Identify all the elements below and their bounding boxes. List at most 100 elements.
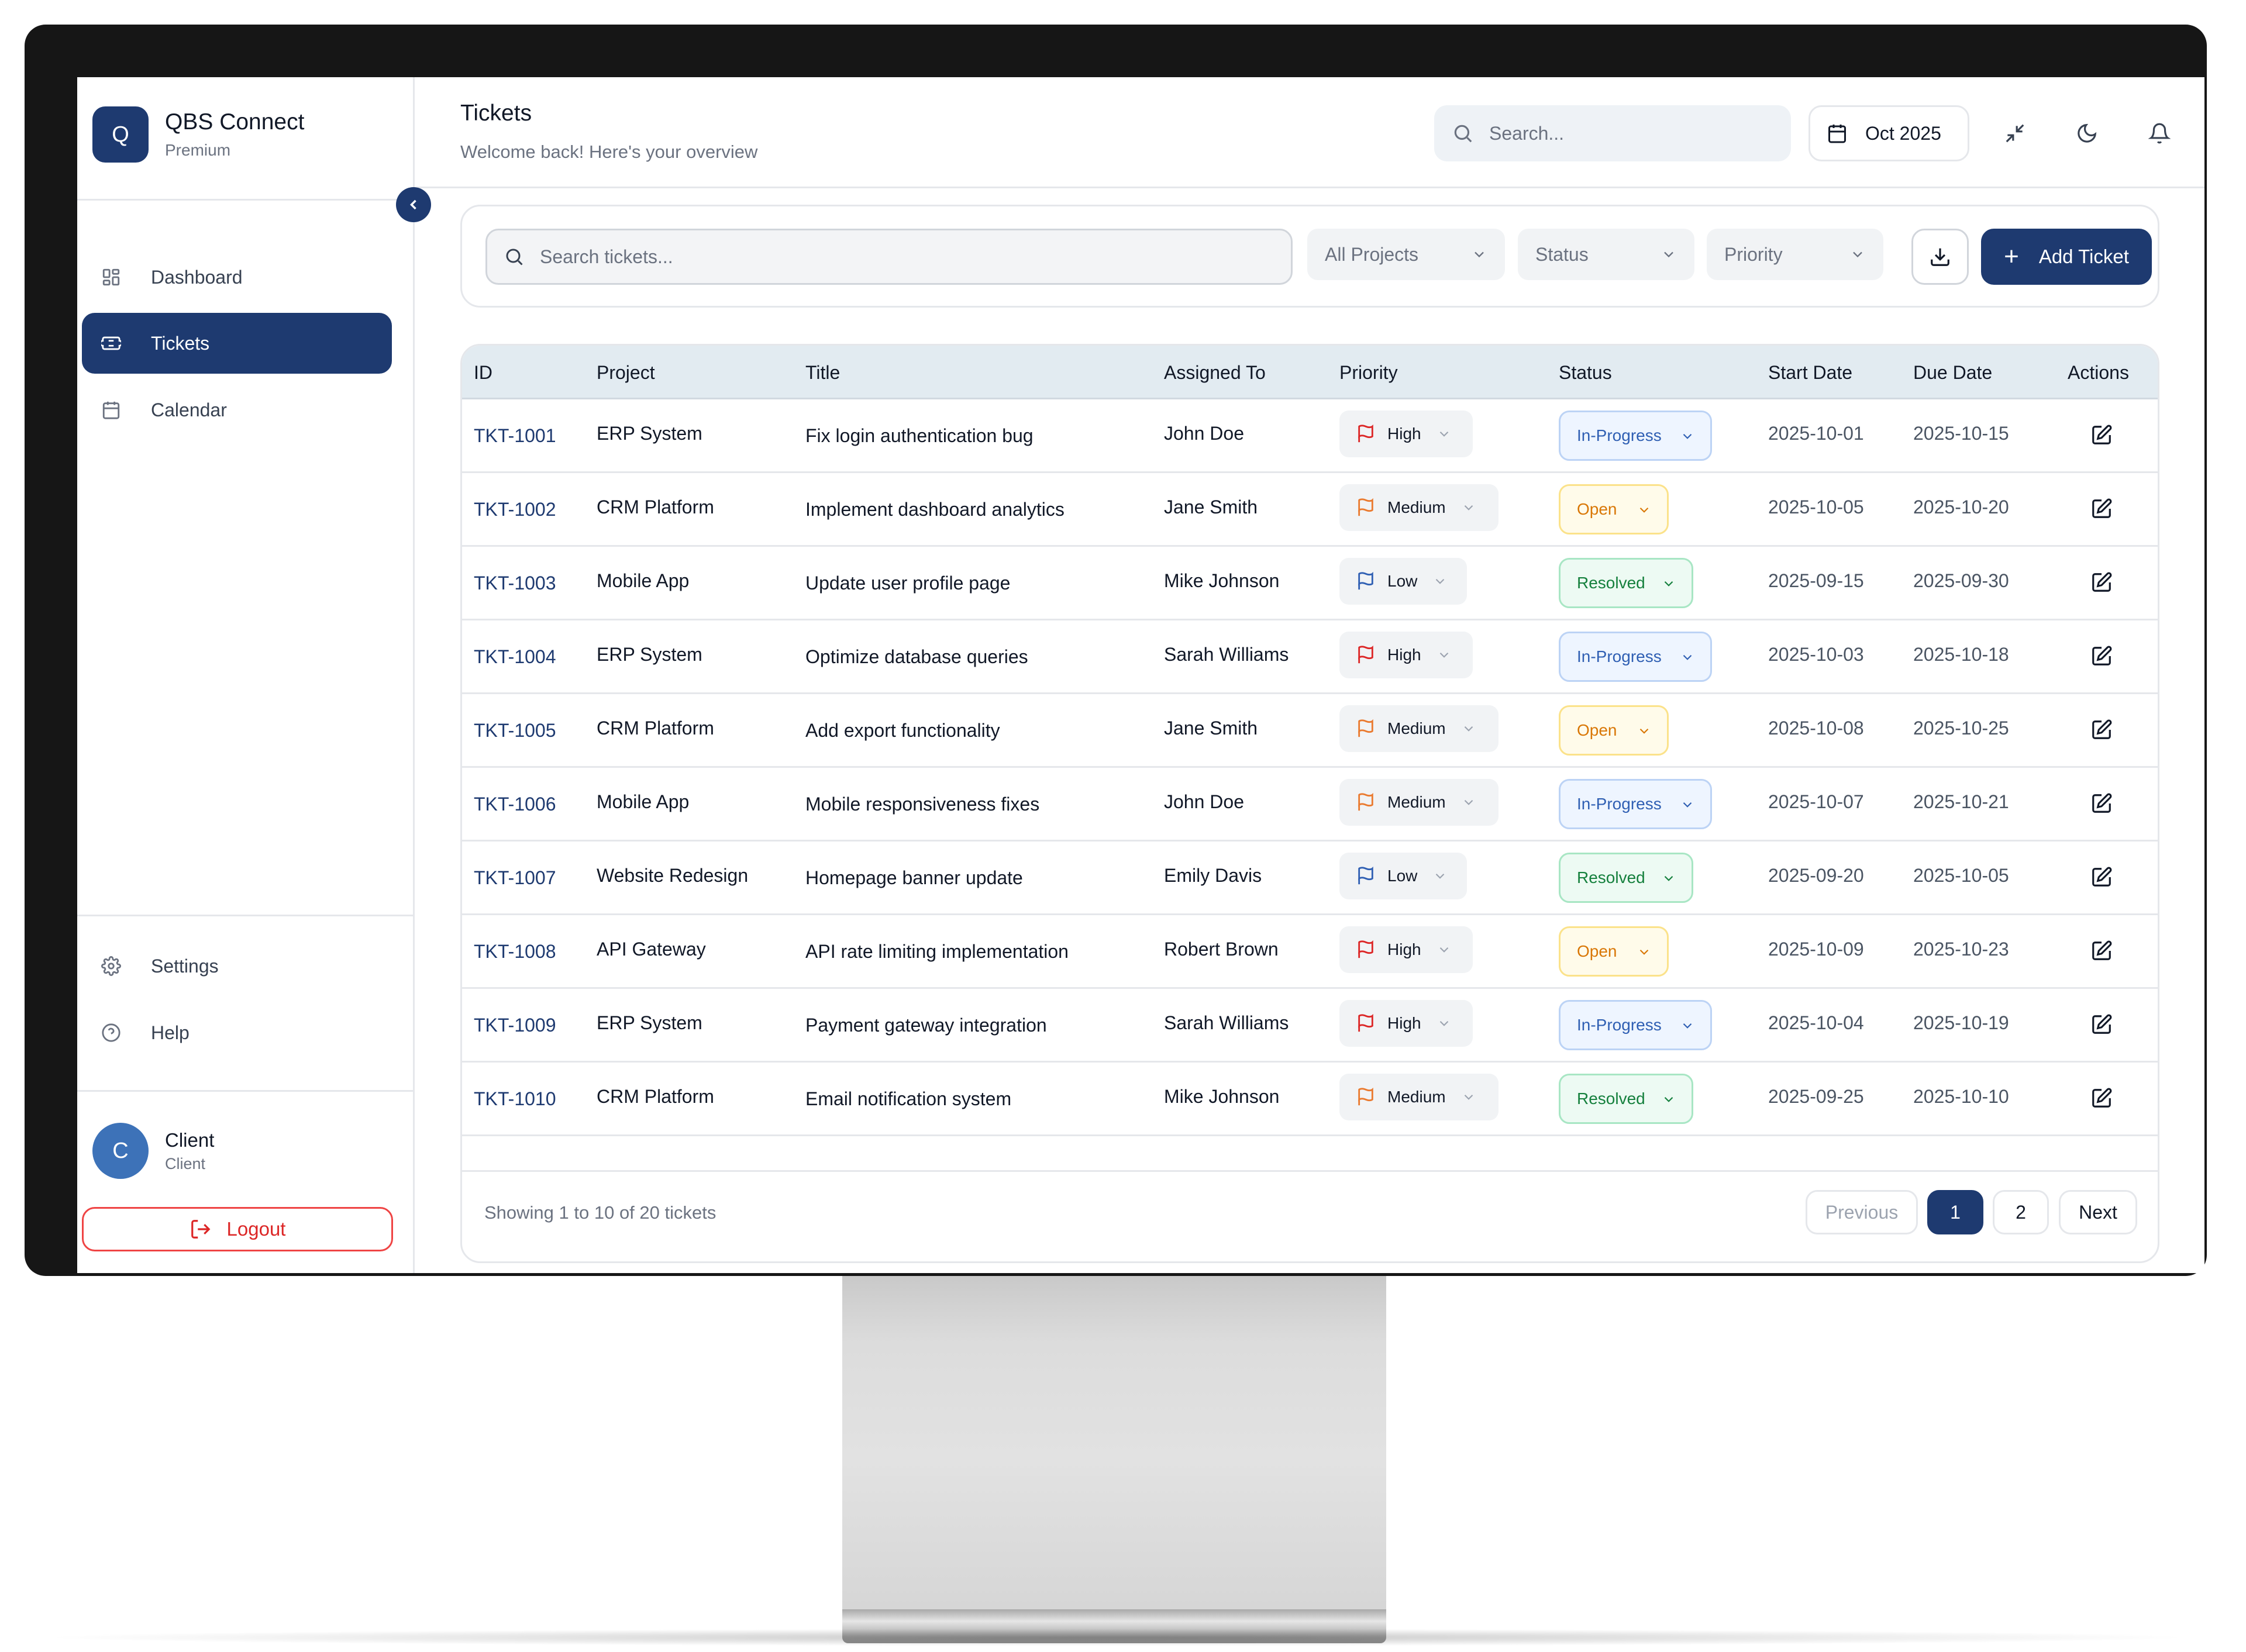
project-cell: Website Redesign — [597, 865, 749, 886]
user-profile[interactable]: C Client Client — [92, 1123, 214, 1179]
edit-icon[interactable] — [2090, 498, 2113, 520]
priority-select[interactable]: High — [1339, 926, 1473, 973]
global-search[interactable] — [1434, 105, 1791, 161]
ticket-id-link[interactable]: TKT-1004 — [474, 646, 556, 668]
edit-icon[interactable] — [2090, 866, 2113, 888]
date-label: Oct 2025 — [1865, 122, 1941, 144]
edit-icon[interactable] — [2090, 424, 2113, 446]
sidebar-item-calendar[interactable]: Calendar — [82, 380, 392, 440]
search-icon — [1452, 122, 1474, 144]
ticket-id-link[interactable]: TKT-1006 — [474, 794, 556, 815]
due-date-cell: 2025-10-19 — [1913, 1012, 2009, 1033]
priority-label: Low — [1387, 572, 1418, 590]
moon-icon — [2076, 122, 2098, 144]
priority-select[interactable]: Medium — [1339, 779, 1499, 826]
next-page-button[interactable]: Next — [2059, 1190, 2137, 1234]
minimize-button[interactable] — [1993, 111, 2037, 156]
priority-select[interactable]: Medium — [1339, 705, 1499, 752]
chevron-down-icon — [1661, 576, 1676, 591]
edit-icon[interactable] — [2090, 940, 2113, 962]
ticket-id-link[interactable]: TKT-1010 — [474, 1088, 556, 1110]
date-picker-button[interactable]: Oct 2025 — [1808, 105, 1969, 161]
search-icon — [504, 246, 525, 267]
status-label: In-Progress — [1577, 647, 1662, 665]
edit-icon[interactable] — [2090, 645, 2113, 667]
global-search-input[interactable] — [1489, 122, 1770, 144]
sidebar-item-label: Settings — [151, 955, 219, 977]
chevron-down-icon — [1437, 942, 1452, 957]
priority-select[interactable]: Low — [1339, 853, 1467, 899]
chevron-left-icon — [405, 196, 422, 213]
edit-icon[interactable] — [2090, 571, 2113, 594]
flag-icon — [1356, 1087, 1376, 1107]
column-header-priority: Priority — [1339, 362, 1398, 383]
ticket-id-link[interactable]: TKT-1005 — [474, 720, 556, 741]
project-cell: ERP System — [597, 644, 702, 665]
edit-icon[interactable] — [2090, 719, 2113, 741]
status-select[interactable]: Resolved — [1559, 1074, 1693, 1124]
status-select[interactable]: Resolved — [1559, 853, 1693, 903]
priority-select[interactable]: Low — [1339, 558, 1467, 605]
status-select[interactable]: Open — [1559, 926, 1669, 977]
status-select[interactable]: In-Progress — [1559, 632, 1712, 682]
theme-toggle-button[interactable] — [2065, 111, 2109, 156]
due-date-cell: 2025-10-05 — [1913, 865, 2009, 886]
table-row: TKT-1008 API Gateway API rate limiting imp… — [462, 915, 2158, 989]
minimize-icon — [2004, 122, 2026, 144]
due-date-cell: 2025-09-30 — [1913, 570, 2009, 591]
start-date-cell: 2025-09-25 — [1768, 1086, 1864, 1107]
page-1-button[interactable]: 1 — [1927, 1190, 1983, 1234]
priority-select[interactable]: High — [1339, 411, 1473, 457]
sidebar-item-dashboard[interactable]: Dashboard — [82, 247, 392, 308]
ticket-id-link[interactable]: TKT-1003 — [474, 572, 556, 594]
priority-select[interactable]: Medium — [1339, 1074, 1499, 1120]
page-2-button[interactable]: 2 — [1993, 1190, 2049, 1234]
sidebar-item-settings[interactable]: Settings — [82, 936, 392, 996]
ticket-search[interactable] — [485, 229, 1293, 285]
monitor-stand — [842, 1276, 1386, 1609]
start-date-cell: 2025-10-03 — [1768, 644, 1864, 665]
assignee-cell: Mike Johnson — [1164, 570, 1280, 591]
project-cell: CRM Platform — [597, 1086, 714, 1107]
status-select[interactable]: Resolved — [1559, 558, 1693, 608]
priority-filter[interactable]: Priority — [1707, 229, 1883, 280]
start-date-cell: 2025-09-20 — [1768, 865, 1864, 886]
priority-label: Low — [1387, 867, 1418, 885]
add-ticket-button[interactable]: + Add Ticket — [1981, 229, 2152, 285]
chevron-down-icon — [1432, 574, 1448, 589]
column-header-project: Project — [597, 362, 655, 383]
priority-select[interactable]: High — [1339, 1000, 1473, 1047]
priority-label: Medium — [1387, 719, 1446, 737]
edit-icon[interactable] — [2090, 1013, 2113, 1036]
sidebar-item-tickets[interactable]: Tickets — [82, 313, 392, 374]
monitor-frame: Q QBS Connect Premium Dashboard Tickets — [25, 25, 2207, 1276]
priority-select[interactable]: High — [1339, 632, 1473, 678]
previous-page-button[interactable]: Previous — [1806, 1190, 1918, 1234]
due-date-cell: 2025-10-10 — [1913, 1086, 2009, 1107]
status-select[interactable]: Open — [1559, 705, 1669, 756]
export-button[interactable] — [1911, 229, 1969, 285]
table-row: TKT-1001 ERP System Fix login authenticati… — [462, 399, 2158, 473]
logout-button[interactable]: Logout — [82, 1207, 393, 1251]
project-cell: Mobile App — [597, 570, 690, 591]
ticket-id-link[interactable]: TKT-1009 — [474, 1015, 556, 1036]
sidebar-item-help[interactable]: Help — [82, 1002, 392, 1063]
status-select[interactable]: In-Progress — [1559, 779, 1712, 829]
collapse-sidebar-button[interactable] — [396, 187, 431, 222]
start-date-cell: 2025-09-15 — [1768, 570, 1864, 591]
status-select[interactable]: Open — [1559, 484, 1669, 534]
assignee-cell: Jane Smith — [1164, 718, 1258, 739]
status-select[interactable]: In-Progress — [1559, 1000, 1712, 1050]
ticket-id-link[interactable]: TKT-1001 — [474, 425, 556, 447]
notifications-button[interactable] — [2137, 111, 2182, 156]
ticket-id-link[interactable]: TKT-1007 — [474, 867, 556, 889]
status-filter[interactable]: Status — [1518, 229, 1694, 280]
ticket-id-link[interactable]: TKT-1008 — [474, 941, 556, 963]
priority-select[interactable]: Medium — [1339, 484, 1499, 531]
status-select[interactable]: In-Progress — [1559, 411, 1712, 461]
ticket-search-input[interactable] — [540, 246, 1242, 268]
edit-icon[interactable] — [2090, 792, 2113, 815]
ticket-id-link[interactable]: TKT-1002 — [474, 499, 556, 520]
edit-icon[interactable] — [2090, 1087, 2113, 1109]
projects-filter[interactable]: All Projects — [1307, 229, 1505, 280]
